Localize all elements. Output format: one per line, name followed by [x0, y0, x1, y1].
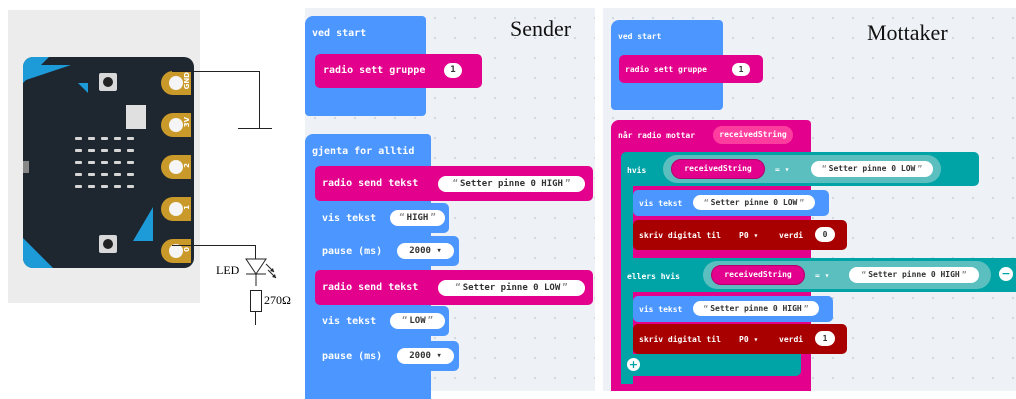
digital-value-input[interactable]: 1 — [815, 331, 835, 346]
resistor-label: 270Ω — [264, 293, 291, 307]
compare-operator-dropdown[interactable]: = ▾ — [775, 165, 789, 174]
gnd-wire — [172, 71, 260, 72]
led-symbol-icon — [245, 258, 277, 286]
led-dot — [114, 161, 121, 164]
show-string-input[interactable]: Setter pinne 0 LOW — [693, 195, 815, 210]
led-dot — [101, 161, 108, 164]
send-text-input[interactable]: Setter pinne 0 HIGH — [438, 176, 585, 192]
received-string-param[interactable]: receivedString — [713, 126, 793, 144]
show-string-input[interactable]: LOW — [390, 313, 445, 329]
group-number-input[interactable]: 1 — [732, 63, 750, 76]
if-block-footer — [621, 354, 801, 376]
group-number-input[interactable]: 1 — [444, 63, 462, 78]
led-dot — [75, 149, 82, 152]
pin-label: GND — [183, 72, 191, 90]
pause-label: pause (ms) — [322, 351, 383, 362]
on-start-label: ved start — [312, 28, 367, 39]
add-else-if-icon[interactable]: + — [627, 358, 640, 371]
led-dot — [88, 185, 95, 188]
sender-title: Sender — [510, 16, 572, 41]
pin-label: 3V — [183, 117, 191, 128]
microbit-photo: GND 3V 2 1 0 — [8, 10, 200, 303]
led-label: LED — [216, 263, 240, 277]
receiver-workspace[interactable]: Mottaker ved start radio sett gruppe 1 n… — [603, 8, 1016, 391]
remove-else-if-icon[interactable]: − — [999, 267, 1013, 281]
led-dot — [127, 173, 134, 176]
led-dot — [88, 137, 95, 140]
pause-dropdown[interactable]: 2000 ▾ — [397, 243, 454, 259]
led-dot — [75, 173, 82, 176]
led-dot — [114, 173, 121, 176]
led-dot — [114, 185, 121, 188]
pin-dropdown[interactable]: P0 ▾ — [739, 335, 758, 344]
led-dot — [127, 185, 134, 188]
forever-label: gjenta for alltid — [312, 146, 415, 157]
resistor-symbol — [250, 290, 262, 312]
microbit-board: GND 3V 2 1 0 — [23, 57, 194, 268]
pause-value: 2000 — [409, 351, 431, 361]
button-a — [99, 73, 117, 91]
led-dot — [114, 149, 121, 152]
led-dot — [127, 137, 134, 140]
digital-write-label: skriv digital til — [639, 335, 721, 344]
value-label: verdi — [779, 335, 804, 344]
radio-send-text-label: radio send tekst — [322, 282, 419, 293]
pin-dropdown[interactable]: P0 ▾ — [739, 231, 758, 240]
pause-value: 2000 — [409, 246, 431, 256]
digital-write-label: skriv digital til — [639, 231, 721, 240]
led-dot — [75, 161, 82, 164]
compare-text-input[interactable]: Setter pinne 0 LOW — [811, 161, 933, 177]
led-dot — [88, 149, 95, 152]
led-dot — [101, 185, 108, 188]
pin0-wire — [172, 245, 256, 246]
qr-sticker — [126, 105, 146, 129]
resistor-lead — [255, 311, 256, 325]
on-start-label: ved start — [618, 32, 662, 41]
show-string-input[interactable]: HIGH — [390, 210, 445, 226]
chevron-down-icon: ▾ — [436, 351, 442, 361]
received-string-variable[interactable]: receivedString — [671, 159, 765, 179]
side-connector — [23, 161, 29, 173]
led-dot — [127, 149, 134, 152]
show-string-input[interactable]: Setter pinne 0 HIGH — [693, 301, 819, 316]
led-dot — [88, 173, 95, 176]
compare-operator-dropdown[interactable]: = ▾ — [815, 271, 829, 280]
digital-value-input[interactable]: 0 — [815, 227, 835, 242]
gnd-wire-vertical — [259, 71, 260, 129]
chevron-down-icon: ▾ — [436, 246, 442, 256]
pause-dropdown[interactable]: 2000 ▾ — [397, 348, 454, 364]
button-b — [99, 235, 117, 253]
if-label: hvis — [627, 166, 647, 175]
on-radio-received-label: når radio mottar — [618, 131, 696, 140]
value-label: verdi — [779, 231, 804, 240]
pin-label: 1 — [183, 205, 191, 210]
radio-send-text-label: radio send tekst — [322, 178, 419, 189]
show-string-label: vis tekst — [322, 213, 377, 224]
pause-label: pause (ms) — [322, 246, 383, 257]
led-dot — [75, 185, 82, 188]
radio-set-group-label: radio sett gruppe — [625, 65, 707, 74]
led-dot — [114, 137, 121, 140]
show-string-label: vis tekst — [639, 199, 683, 208]
radio-set-group-label: radio sett gruppe — [323, 65, 426, 76]
led-matrix — [75, 137, 145, 197]
else-if-label: ellers hvis — [627, 272, 680, 281]
pin-label: 0 — [183, 247, 191, 252]
led-dot — [75, 137, 82, 140]
led-dot — [127, 161, 134, 164]
send-text-input[interactable]: Setter pinne 0 LOW — [438, 280, 585, 296]
led-dot — [88, 161, 95, 164]
received-string-variable[interactable]: receivedString — [711, 265, 805, 285]
led-dot — [101, 137, 108, 140]
show-string-label: vis tekst — [639, 305, 683, 314]
led-dot — [101, 173, 108, 176]
show-string-label: vis tekst — [322, 316, 377, 327]
sender-workspace[interactable]: Sender ved start radio sett gruppe 1 gje… — [305, 8, 595, 399]
receiver-title: Mottaker — [867, 20, 948, 45]
led-dot — [101, 149, 108, 152]
compare-text-input[interactable]: Setter pinne 0 HIGH — [849, 267, 979, 283]
ground-symbol — [238, 128, 272, 129]
pin-label: 2 — [183, 163, 191, 168]
